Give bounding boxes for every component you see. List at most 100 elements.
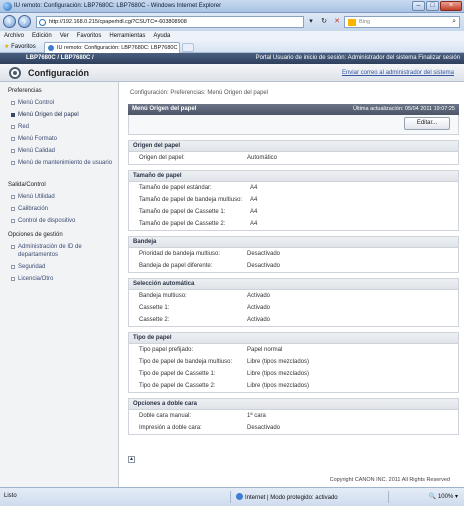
edit-button[interactable]: Editar... <box>404 117 450 130</box>
star-icon: ★ <box>4 44 10 50</box>
bullet-icon <box>11 101 15 105</box>
new-tab-button[interactable] <box>182 43 194 52</box>
edit-area: Editar... <box>128 115 459 135</box>
back-button[interactable]: ‹ <box>3 15 16 28</box>
refresh-icon[interactable]: ↻ <box>319 16 329 28</box>
section-tamano-papel: Tamaño de papel Tamaño de papel estándar… <box>128 170 459 231</box>
section-title: Tamaño de papel <box>129 171 458 182</box>
sidebar-item-id-departamentos[interactable]: Administración de ID de departamentos <box>11 243 116 259</box>
bing-icon <box>348 19 356 26</box>
sidebar-item-calidad[interactable]: Menú Calidad <box>11 147 116 155</box>
tab-icon <box>48 45 54 51</box>
setting-value: Libre (tipos mezclados) <box>247 371 310 377</box>
setting-value: Desactivado <box>247 425 281 431</box>
setting-row: Impresión a doble cara: Desactivado <box>129 422 458 434</box>
setting-label: Cassette 1: <box>139 305 170 311</box>
setting-value: Activado <box>247 305 271 311</box>
setting-label: Tipo de papel de Cassette 1: <box>139 371 216 377</box>
window-controls: – □ × <box>412 1 462 11</box>
setting-value: A4 <box>250 197 258 203</box>
setting-label: Tipo de papel de bandeja multiuso: <box>139 359 233 365</box>
search-placeholder: Bing <box>359 19 371 25</box>
minimize-button[interactable]: – <box>412 1 425 11</box>
sidebar-item-control-dispositivo[interactable]: Control de dispositivo <box>11 217 116 225</box>
sidebar-item-licencia[interactable]: Licencia/Otro <box>11 275 116 283</box>
tab-label: IU remoto: Configuración: LBP7680C: LBP7… <box>57 45 178 51</box>
page-title: Configuración <box>28 68 89 78</box>
sidebar: Preferencias Menú Control Menú Origen de… <box>0 82 119 487</box>
setting-row: Cassette 1: Activado <box>129 302 458 314</box>
section-doble-cara: Opciones a doble cara Doble cara manual:… <box>128 398 459 435</box>
favorites-bar: ★ Favoritos IU remoto: Configuración: LB… <box>0 41 464 53</box>
sidebar-item-utilidad[interactable]: Menú Utilidad <box>11 193 116 201</box>
sidebar-item-formato[interactable]: Menú Formato <box>11 135 116 143</box>
menu-archivo[interactable]: Archivo <box>4 31 24 41</box>
sidebar-item-menu-control[interactable]: Menú Control <box>11 99 116 107</box>
menu-herramientas[interactable]: Herramientas <box>109 31 145 41</box>
setting-row: Doble cara manual: 1ª cara <box>129 410 458 422</box>
bullet-icon <box>11 245 15 249</box>
setting-row: Tipo de papel de Cassette 2: Libre (tipo… <box>129 380 458 392</box>
sidebar-item-mantenimiento[interactable]: Menú de mantenimiento de usuario <box>11 159 116 167</box>
section-bandeja: Bandeja Prioridad de bandeja multiuso: D… <box>128 236 459 273</box>
window-titlebar: IU remoto: Configuración: LBP7680C: LBP7… <box>0 0 464 13</box>
sidebar-item-seguridad[interactable]: Seguridad <box>11 263 116 271</box>
menu-ayuda[interactable]: Ayuda <box>153 31 170 41</box>
maximize-button[interactable]: □ <box>426 1 439 11</box>
portal-user-bar[interactable]: Portal Usuario de inicio de sesión: Admi… <box>256 55 460 61</box>
setting-row: Tamaño de papel de bandeja multiuso: A4 <box>129 194 458 206</box>
setting-row: Tamaño de papel de Cassette 2: A4 <box>129 218 458 230</box>
bullet-icon <box>11 161 15 165</box>
sidebar-section-gestion: Opciones de gestión <box>8 232 63 238</box>
setting-value: Papel normal <box>247 347 283 353</box>
section-title: Selección automática <box>129 279 458 290</box>
setting-row: Bandeja de papel diferente: Desactivado <box>129 260 458 272</box>
search-input[interactable]: Bing ⌕ <box>344 16 460 28</box>
setting-label: Impresión a doble cara: <box>139 425 202 431</box>
status-bar: Listo Internet | Modo protegido: activad… <box>0 487 464 506</box>
favorites-button[interactable]: ★ Favoritos <box>4 43 36 50</box>
security-zone: Internet | Modo protegido: activado <box>236 493 338 501</box>
address-tools: ▾ ↻ ✕ <box>306 16 342 28</box>
setting-label: Tamaño de papel de bandeja multiuso: <box>139 197 243 203</box>
setting-row: Cassette 2: Activado <box>129 314 458 326</box>
setting-value: Activado <box>247 317 271 323</box>
menubar: Archivo Edición Ver Favoritos Herramient… <box>0 31 464 41</box>
last-updated: Última actualización: 05/04 2011 19:07:2… <box>352 106 455 112</box>
forward-button[interactable]: › <box>18 15 31 28</box>
address-toolbar: ‹ › http://192.168.0.215/cpaperhdl.cgi?C… <box>0 13 464 31</box>
sidebar-item-calibracion[interactable]: Calibración <box>11 205 116 213</box>
setting-value: Desactivado <box>247 263 281 269</box>
bullet-icon <box>11 195 15 199</box>
url-text: http://192.168.0.215/cpaperhdl.cgi?CSUTC… <box>49 19 187 25</box>
menu-ver[interactable]: Ver <box>60 31 69 41</box>
divider <box>388 491 389 503</box>
mail-admin-link[interactable]: Enviar correo al administrador del siste… <box>342 70 454 76</box>
breadcrumb: Configuración: Preferencias: Menú Origen… <box>130 90 269 96</box>
section-title: Opciones a doble cara <box>129 399 458 410</box>
sidebar-item-red[interactable]: Red <box>11 123 116 131</box>
address-field[interactable]: http://192.168.0.215/cpaperhdl.cgi?CSUTC… <box>36 16 304 28</box>
setting-label: Tamaño de papel estándar: <box>139 185 212 191</box>
page-icon <box>39 19 46 26</box>
sidebar-item-origen-papel[interactable]: Menú Origen del papel <box>11 111 116 119</box>
ie-icon <box>3 2 12 11</box>
section-title: Tipo de papel <box>129 333 458 344</box>
bullet-icon <box>11 149 15 153</box>
close-button[interactable]: × <box>440 1 462 11</box>
setting-label: Tamaño de papel de Cassette 1: <box>139 209 226 215</box>
zoom-control[interactable]: 🔍 100% ▾ <box>429 493 458 500</box>
back-to-top-icon[interactable]: ▲ <box>128 456 135 463</box>
section-title: Bandeja <box>129 237 458 248</box>
setting-label: Tamaño de papel de Cassette 2: <box>139 221 226 227</box>
setting-value: Libre (tipos mezclados) <box>247 359 310 365</box>
setting-row: Origen del papel: Automático <box>129 152 458 164</box>
menu-favoritos[interactable]: Favoritos <box>77 31 102 41</box>
stop-icon[interactable]: ✕ <box>332 16 342 28</box>
browser-tab[interactable]: IU remoto: Configuración: LBP7680C: LBP7… <box>44 42 180 53</box>
window-title: IU remoto: Configuración: LBP7680C: LBP7… <box>14 3 222 9</box>
menu-edicion[interactable]: Edición <box>32 31 52 41</box>
setting-row: Bandeja multiuso: Activado <box>129 290 458 302</box>
search-icon[interactable]: ⌕ <box>452 18 456 26</box>
dropdown-icon[interactable]: ▾ <box>306 16 316 28</box>
